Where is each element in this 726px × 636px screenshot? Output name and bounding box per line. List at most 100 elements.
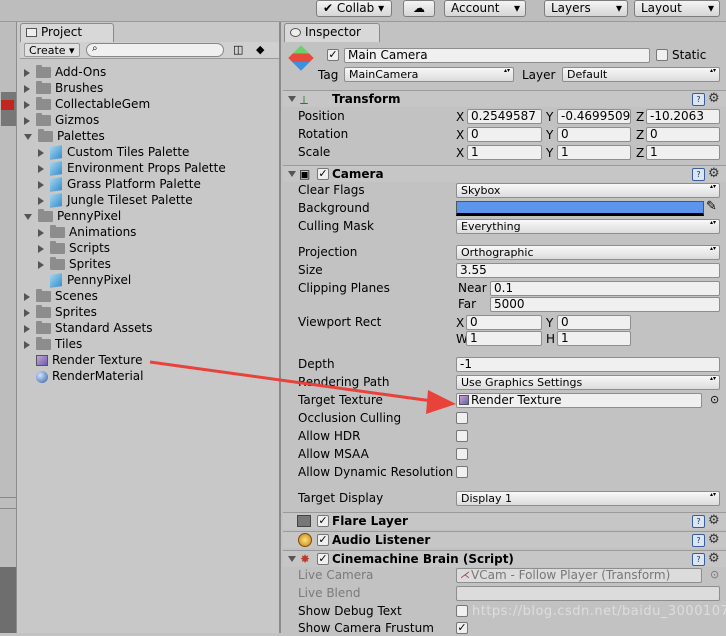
viewport-w-field[interactable]: 1 (466, 331, 542, 346)
expand-icon[interactable] (38, 260, 44, 269)
collab-button[interactable]: ✔ Collab ▾ (316, 0, 392, 17)
create-button[interactable]: Create ▾ (24, 43, 80, 57)
help-icon[interactable]: ? (692, 93, 705, 106)
help-icon[interactable]: ? (692, 515, 705, 528)
camera-frustum-checkbox[interactable]: ✓ (456, 622, 468, 634)
object-picker-icon[interactable]: ⊙ (710, 393, 719, 406)
flare-layer-header[interactable]: ✓ Flare Layer ? ⚙ (283, 512, 726, 529)
expand-icon[interactable] (38, 180, 44, 189)
collapse-icon[interactable] (288, 171, 296, 177)
scale-x-field[interactable]: 1 (467, 145, 542, 160)
panel-divider[interactable] (0, 497, 16, 509)
expand-icon[interactable] (24, 100, 30, 109)
far-field[interactable]: 5000 (490, 297, 720, 312)
layer-dropdown[interactable]: Default (562, 67, 720, 82)
hdr-checkbox[interactable] (456, 430, 468, 442)
expand-icon[interactable] (24, 84, 30, 93)
dynamic-resolution-checkbox[interactable] (456, 466, 468, 478)
list-item[interactable]: Jungle Tileset Palette (38, 192, 193, 208)
camera-header[interactable]: ▣ ✓ Camera ? ⚙ (283, 165, 726, 182)
flare-enabled-checkbox[interactable]: ✓ (317, 515, 329, 527)
projection-dropdown[interactable]: Orthographic (456, 245, 720, 260)
list-item[interactable]: Grass Platform Palette (38, 176, 201, 192)
tag-dropdown[interactable]: MainCamera (344, 67, 514, 82)
clear-flags-dropdown[interactable]: Skybox (456, 183, 720, 198)
tab-inspector[interactable]: Inspector (284, 23, 380, 42)
help-icon[interactable]: ? (692, 168, 705, 181)
rendering-path-dropdown[interactable]: Use Graphics Settings (456, 375, 720, 390)
gear-icon[interactable]: ⚙ (708, 552, 720, 565)
expand-icon[interactable] (38, 164, 44, 173)
gear-icon[interactable]: ⚙ (708, 92, 720, 105)
expand-icon[interactable] (24, 324, 30, 333)
rotation-x-field[interactable]: 0 (467, 127, 542, 142)
static-checkbox[interactable] (656, 49, 668, 61)
cinemachine-brain-header[interactable]: ✸ ✓ Cinemachine Brain (Script) ? ⚙ (283, 550, 726, 567)
name-field[interactable]: Main Camera (344, 48, 650, 63)
culling-mask-dropdown[interactable]: Everything (456, 219, 720, 234)
list-item[interactable]: Environment Props Palette (38, 160, 226, 176)
expand-icon[interactable] (24, 292, 30, 301)
rotation-z-field[interactable]: 0 (646, 127, 720, 142)
help-icon[interactable]: ? (692, 553, 705, 566)
list-item[interactable]: RenderMaterial (24, 368, 143, 384)
filter-type-icon[interactable]: ◫ (233, 43, 243, 56)
account-button[interactable]: Account ▾ (444, 0, 526, 17)
collapse-icon[interactable] (24, 213, 32, 220)
search-input[interactable]: ⌕ (86, 43, 224, 57)
help-icon[interactable]: ? (692, 534, 705, 547)
gear-icon[interactable]: ⚙ (708, 167, 720, 180)
expand-icon[interactable] (38, 148, 44, 157)
list-item[interactable]: Scenes (24, 288, 98, 304)
list-item[interactable]: CollectableGem (24, 96, 150, 112)
expand-icon[interactable] (24, 116, 30, 125)
viewport-h-field[interactable]: 1 (557, 331, 631, 346)
transform-header[interactable]: ⟂ Transform ? ⚙ (283, 90, 726, 107)
background-color-swatch[interactable] (456, 201, 704, 216)
list-item[interactable]: Brushes (24, 80, 103, 96)
camera-enabled-checkbox[interactable]: ✓ (317, 168, 329, 180)
list-item[interactable]: Render Texture (24, 352, 142, 368)
near-field[interactable]: 0.1 (490, 281, 720, 296)
target-texture-field[interactable]: Render Texture (456, 393, 702, 408)
list-item[interactable]: Custom Tiles Palette (38, 144, 189, 160)
collapse-icon[interactable] (288, 96, 296, 102)
list-item[interactable]: Standard Assets (24, 320, 152, 336)
rotation-y-field[interactable]: 0 (557, 127, 631, 142)
collapse-icon[interactable] (24, 133, 32, 140)
audio-listener-header[interactable]: ✓ Audio Listener ? ⚙ (283, 531, 726, 548)
occlusion-checkbox[interactable] (456, 412, 468, 424)
layers-button[interactable]: Layers ▾ (544, 0, 628, 17)
expand-icon[interactable] (24, 308, 30, 317)
list-item[interactable]: Gizmos (24, 112, 99, 128)
cloud-button[interactable]: ☁ (403, 0, 435, 17)
msaa-checkbox[interactable] (456, 448, 468, 460)
tab-project[interactable]: Project (20, 23, 114, 42)
expand-icon[interactable] (38, 244, 44, 253)
target-display-dropdown[interactable]: Display 1 (456, 491, 720, 506)
position-x-field[interactable]: 0.2549587 (467, 109, 542, 124)
label-icon[interactable]: ◆ (256, 43, 264, 56)
debug-text-checkbox[interactable] (456, 605, 468, 617)
expand-icon[interactable] (24, 340, 30, 349)
list-item[interactable]: Sprites (24, 304, 97, 320)
position-y-field[interactable]: -0.4699509 (557, 109, 631, 124)
list-item[interactable]: Palettes (24, 128, 105, 144)
viewport-x-field[interactable]: 0 (466, 315, 542, 330)
list-item[interactable]: PennyPixel (24, 208, 121, 224)
gear-icon[interactable]: ⚙ (708, 533, 720, 546)
list-item[interactable]: Add-Ons (24, 64, 106, 80)
layout-button[interactable]: Layout ▾ (634, 0, 720, 17)
viewport-y-field[interactable]: 0 (557, 315, 631, 330)
list-item[interactable]: Sprites (38, 256, 111, 272)
brain-enabled-checkbox[interactable]: ✓ (317, 553, 329, 565)
scale-y-field[interactable]: 1 (557, 145, 631, 160)
scale-z-field[interactable]: 1 (646, 145, 720, 160)
collapse-icon[interactable] (288, 556, 296, 562)
list-item[interactable]: Scripts (38, 240, 110, 256)
expand-icon[interactable] (38, 228, 44, 237)
depth-field[interactable]: -1 (456, 357, 720, 372)
active-checkbox[interactable]: ✓ (327, 49, 339, 61)
expand-icon[interactable] (24, 68, 30, 77)
audio-enabled-checkbox[interactable]: ✓ (317, 534, 329, 546)
